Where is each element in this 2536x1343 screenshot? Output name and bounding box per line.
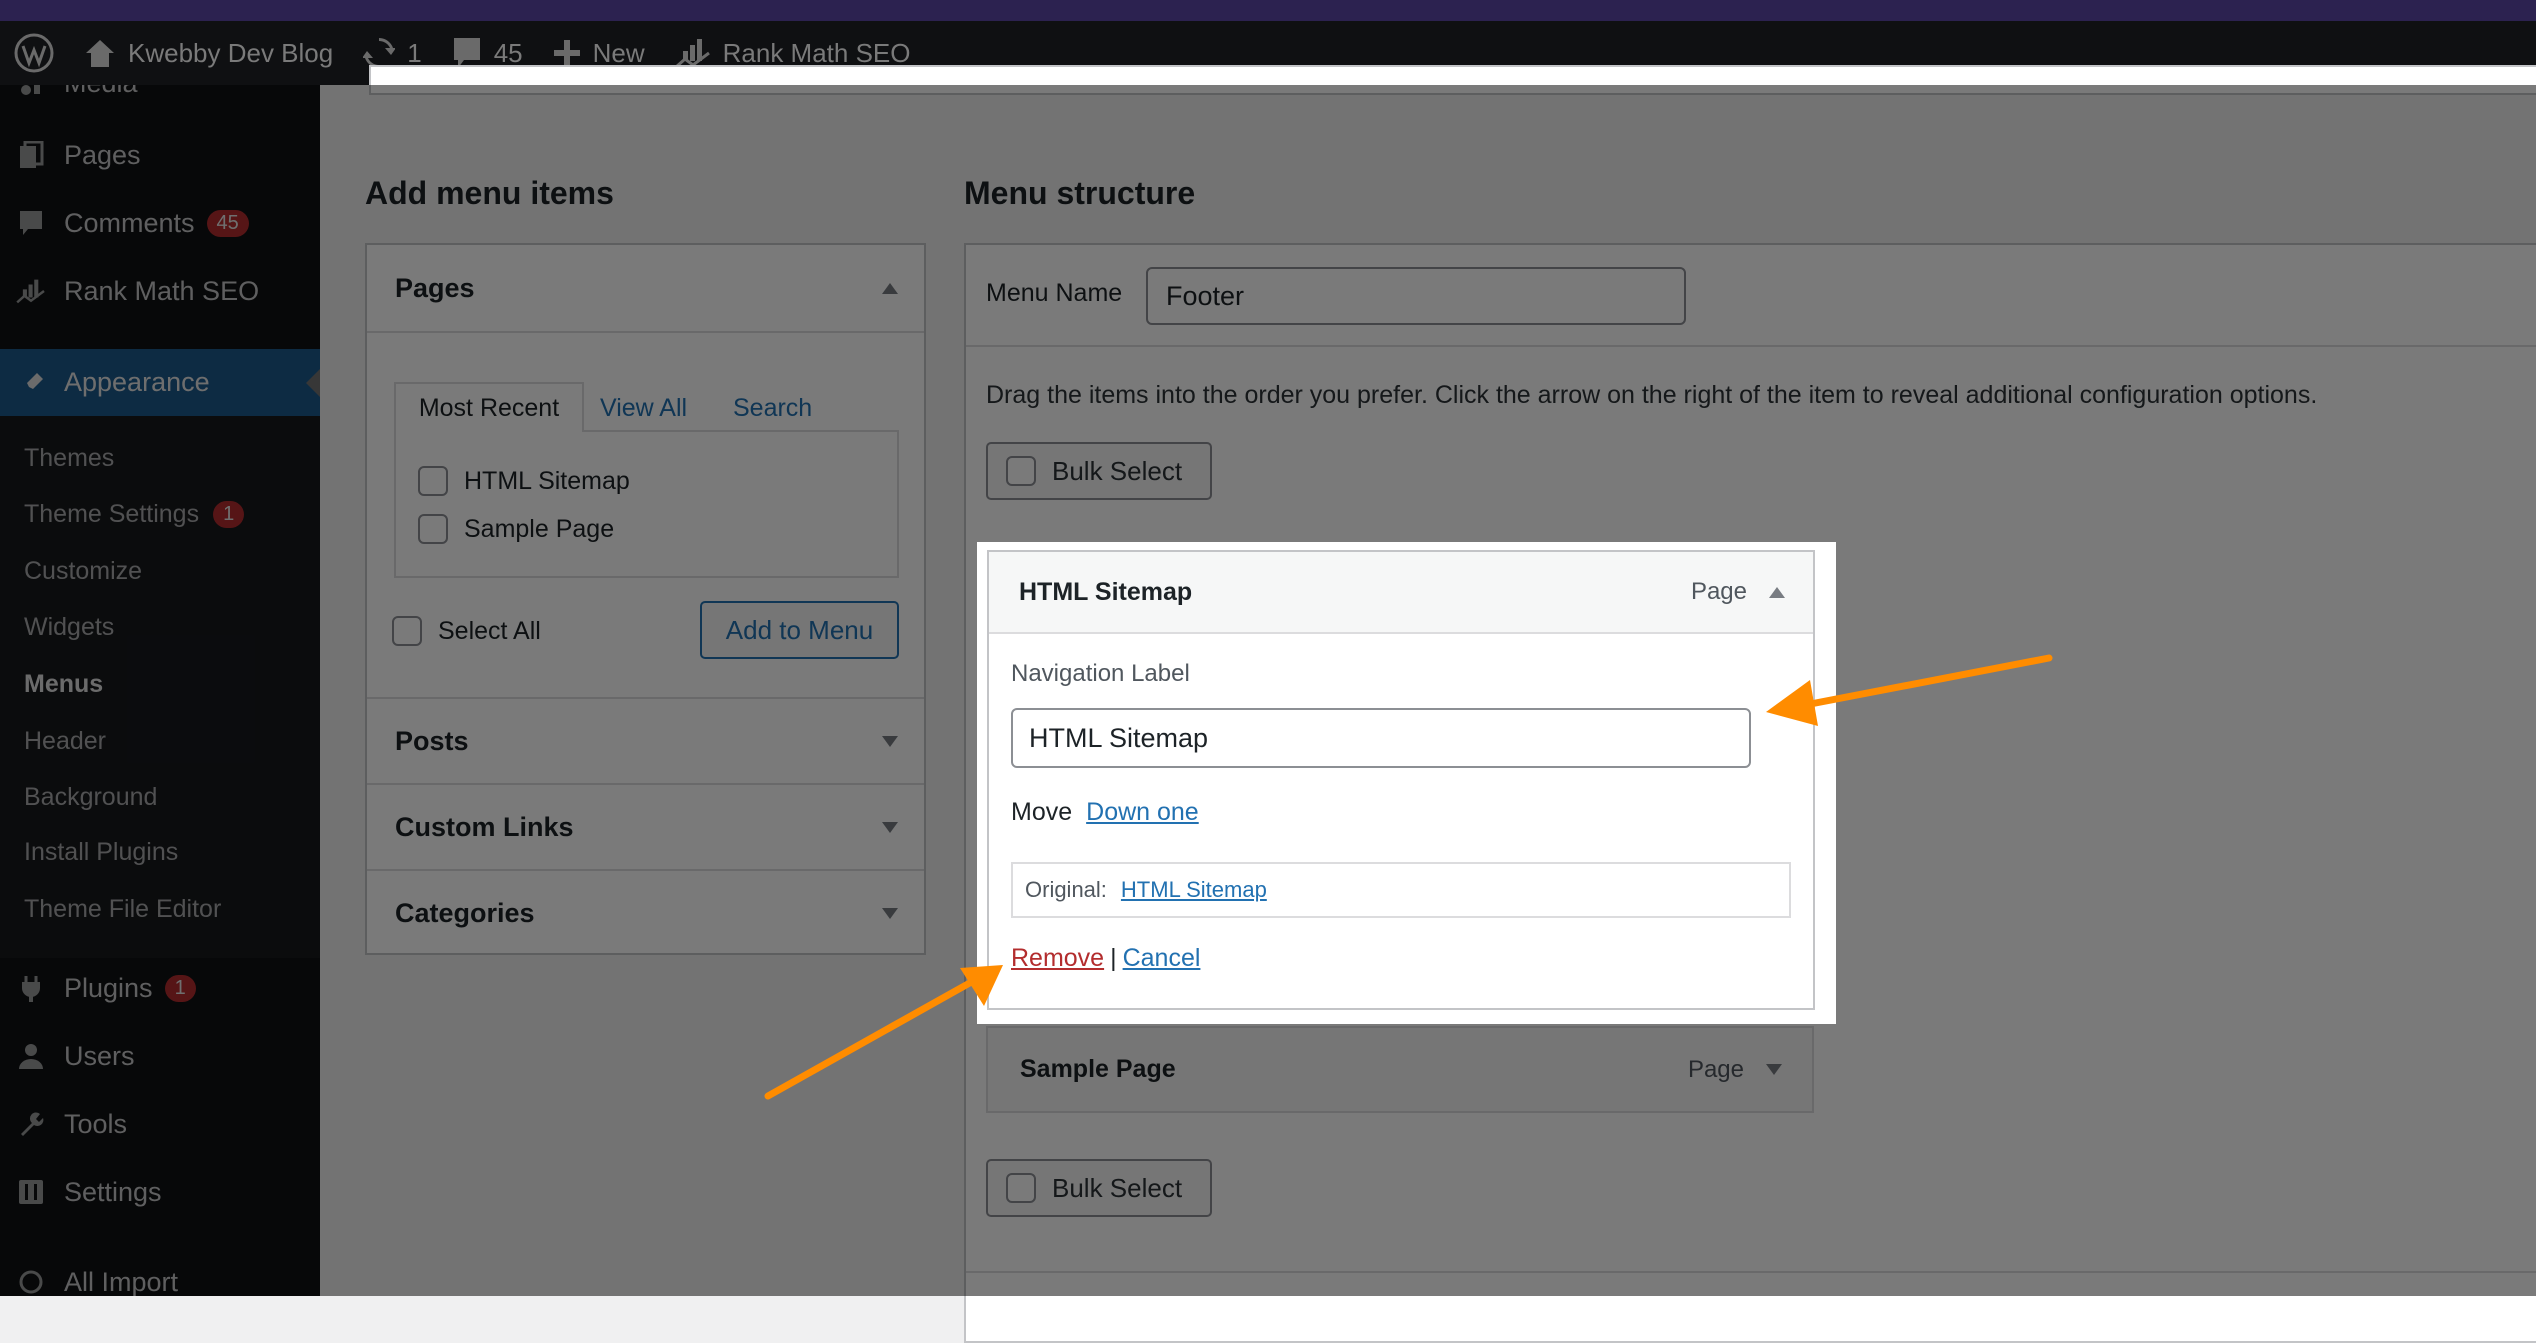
tab-most-recent[interactable]: Most Recent — [394, 382, 584, 432]
instructions-text: Drag the items into the order you prefer… — [986, 381, 2318, 409]
wordpress-icon — [14, 33, 54, 73]
comments-icon — [16, 208, 46, 238]
media-icon — [16, 85, 46, 98]
paintbrush-icon — [16, 368, 46, 398]
sidebar-item-plugins[interactable]: Plugins 1 — [0, 958, 320, 1018]
collapse-arrow-icon[interactable] — [1769, 586, 1785, 598]
pages-list: HTML Sitemap Sample Page — [394, 430, 899, 578]
checkbox — [1006, 456, 1036, 486]
menu-name-label: Menu Name — [986, 279, 1123, 307]
original-link[interactable]: HTML Sitemap — [1121, 877, 1267, 903]
accordion-custom-links[interactable]: Custom Links — [367, 783, 924, 869]
settings-icon — [16, 1177, 46, 1207]
accordion-pages[interactable]: Pages — [367, 245, 924, 331]
new-content-link[interactable]: New — [553, 38, 645, 69]
plus-icon — [553, 40, 580, 66]
submenu-customize[interactable]: Customize — [24, 557, 142, 586]
current-menu-pointer — [306, 369, 320, 397]
page-item[interactable]: Sample Page — [418, 514, 614, 544]
tools-icon — [16, 1109, 46, 1139]
add-to-menu-button[interactable]: Add to Menu — [700, 601, 899, 659]
plugins-count-badge: 1 — [164, 974, 196, 1002]
expand-arrow-icon — [882, 821, 898, 833]
bulk-select-button[interactable]: Bulk Select — [986, 442, 1212, 500]
item-actions: Remove | Cancel — [1011, 944, 1201, 973]
accordion-posts[interactable]: Posts — [367, 697, 924, 783]
import-icon — [16, 1267, 46, 1296]
submenu-install-plugins[interactable]: Install Plugins — [24, 838, 178, 867]
pages-icon — [16, 140, 46, 170]
submenu-theme-file-editor[interactable]: Theme File Editor — [24, 895, 221, 924]
plugins-icon — [16, 973, 46, 1003]
menu-item-header[interactable]: HTML Sitemap Page — [989, 552, 1813, 634]
sidebar-item-pages[interactable]: Pages — [0, 125, 320, 185]
comments-count-badge: 45 — [206, 209, 249, 237]
divider — [367, 331, 924, 333]
highlight-box: HTML Sitemap Page Navigation Label HTML … — [977, 542, 1836, 1024]
menu-structure-heading: Menu structure — [964, 175, 1196, 211]
submenu-header[interactable]: Header — [24, 727, 106, 756]
checkbox[interactable] — [418, 514, 448, 544]
theme-settings-badge: 1 — [213, 501, 245, 528]
sidebar-item-tools[interactable]: Tools — [0, 1094, 320, 1154]
home-icon — [86, 40, 114, 67]
accordion-categories[interactable]: Categories — [367, 869, 924, 955]
select-all-checkbox[interactable]: Select All — [392, 616, 541, 646]
page-item[interactable]: HTML Sitemap — [418, 466, 630, 496]
expand-arrow-icon — [882, 907, 898, 919]
submenu-menus[interactable]: Menus — [24, 670, 103, 699]
sidebar-item-media[interactable]: Media — [0, 85, 320, 113]
sidebar-item-rank-math[interactable]: Rank Math SEO — [0, 261, 320, 321]
move-row: Move Down one — [1011, 798, 1199, 827]
add-menu-items-heading: Add menu items — [365, 175, 614, 211]
checkbox[interactable] — [418, 466, 448, 496]
tab-view-all[interactable]: View All — [600, 394, 687, 423]
submenu-background[interactable]: Background — [24, 783, 157, 812]
add-menu-items-panel: Pages Most Recent View All Search HTML S… — [365, 243, 926, 955]
menu-item-sample-page[interactable]: Sample Page Page — [986, 1026, 1814, 1113]
submenu-theme-settings[interactable]: Theme Settings 1 — [24, 500, 245, 529]
top-box-edge — [369, 65, 2536, 95]
submenu-widgets[interactable]: Widgets — [24, 613, 114, 642]
bulk-select-button-bottom[interactable]: Bulk Select — [986, 1159, 1212, 1217]
divider — [966, 1271, 2536, 1273]
rank-math-icon — [16, 276, 46, 306]
users-icon — [16, 1041, 46, 1071]
submenu-themes[interactable]: Themes — [24, 444, 114, 473]
sidebar-item-appearance[interactable]: Appearance — [0, 349, 320, 416]
sidebar-item-settings[interactable]: Settings — [0, 1162, 320, 1222]
navigation-label-input[interactable]: HTML Sitemap — [1011, 708, 1751, 768]
appearance-submenu: Themes Theme Settings 1 Customize Widgets… — [0, 416, 320, 958]
checkbox — [1006, 1173, 1036, 1203]
tab-search[interactable]: Search — [733, 394, 812, 423]
site-name-link[interactable]: Kwebby Dev Blog — [84, 37, 333, 69]
collapse-arrow-icon — [882, 282, 898, 294]
expand-arrow-icon[interactable] — [1766, 1064, 1782, 1075]
sidebar-item-comments[interactable]: Comments 45 — [0, 193, 320, 253]
checkbox[interactable] — [392, 616, 422, 646]
admin-sidebar: Media Pages Comments45 Rank Math SEO App… — [0, 85, 320, 1296]
cancel-link[interactable]: Cancel — [1123, 944, 1201, 973]
original-box: Original: HTML Sitemap — [1011, 862, 1791, 918]
move-down-one-link[interactable]: Down one — [1086, 798, 1199, 827]
menu-name-input[interactable]: Footer — [1146, 267, 1686, 325]
navigation-label-caption: Navigation Label — [1011, 660, 1190, 687]
browser-top-strip — [0, 0, 2536, 21]
wordpress-logo-button[interactable] — [14, 33, 54, 73]
divider — [966, 345, 2536, 347]
menu-item-html-sitemap: HTML Sitemap Page Navigation Label HTML … — [987, 550, 1815, 1010]
expand-arrow-icon — [882, 735, 898, 747]
sidebar-item-users[interactable]: Users — [0, 1026, 320, 1086]
remove-link[interactable]: Remove — [1011, 944, 1104, 973]
sidebar-item-all-import[interactable]: All Import — [0, 1252, 320, 1296]
